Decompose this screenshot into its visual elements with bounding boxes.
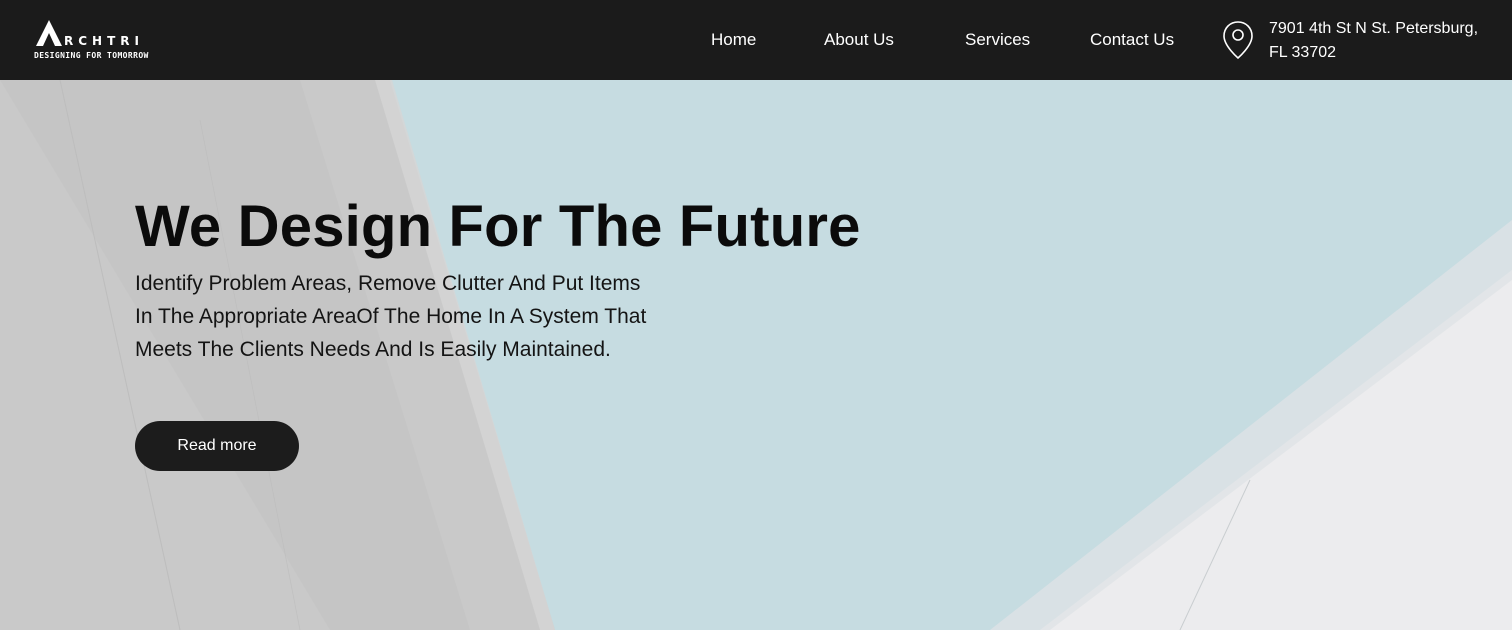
hero-section: We Design For The Future Identify Proble… — [0, 80, 1512, 630]
hero-description-line: Meets The Clients Needs And Is Easily Ma… — [135, 338, 611, 361]
hero-description-line: Identify Problem Areas, Remove Clutter A… — [135, 272, 641, 295]
address-line-1: 7901 4th St N St. Petersburg, — [1269, 20, 1479, 37]
address-block: 7901 4th St N St. Petersburg, FL 33702 — [1269, 17, 1478, 65]
nav-about-link[interactable]: About Us — [824, 30, 894, 50]
nav-contact-link[interactable]: Contact Us — [1090, 30, 1174, 50]
read-more-button[interactable]: Read more — [135, 421, 299, 471]
hero-description: Identify Problem Areas, Remove Clutter A… — [135, 267, 755, 366]
hero-title: We Design For The Future — [135, 194, 861, 259]
nav-home-link[interactable]: Home — [711, 30, 756, 50]
location-pin-icon — [1223, 21, 1253, 60]
site-header: RCHTRI DESIGNING FOR TOMORROW Home About… — [0, 0, 1512, 80]
address-line-2: FL 33702 — [1269, 44, 1337, 61]
nav-services-link[interactable]: Services — [965, 30, 1030, 50]
hero-description-line: In The Appropriate AreaOf The Home In A … — [135, 305, 647, 328]
